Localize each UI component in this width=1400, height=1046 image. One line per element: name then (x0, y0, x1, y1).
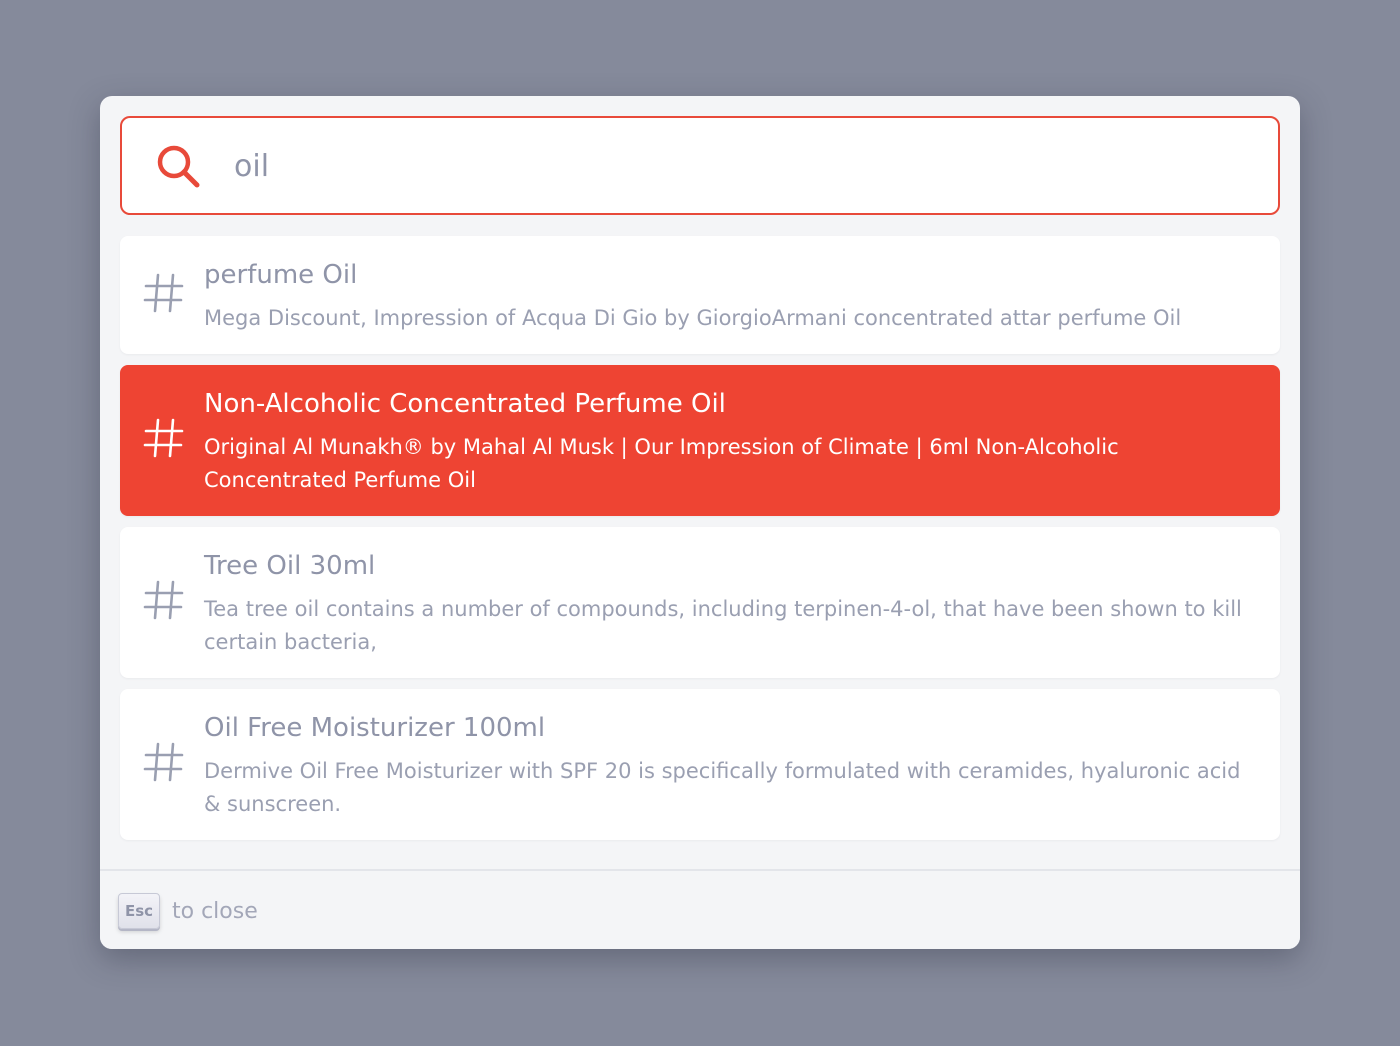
search-modal: perfume Oil Mega Discount, Impression of… (100, 96, 1300, 949)
close-hint: to close (172, 899, 258, 924)
result-title: perfume Oil (204, 260, 358, 290)
result-description: Dermive Oil Free Moisturizer with SPF 20… (204, 759, 1241, 816)
result-item[interactable]: Oil Free Moisturizer 100ml Dermive Oil F… (120, 689, 1280, 840)
hash-icon (143, 273, 184, 313)
result-description: Mega Discount, Impression of Acqua Di Gi… (204, 306, 1182, 330)
modal-footer: Esc to close (100, 869, 1300, 949)
result-item[interactable]: Tree Oil 30ml Tea tree oil contains a nu… (120, 527, 1280, 678)
search-box[interactable] (120, 116, 1280, 215)
hash-icon (143, 742, 184, 782)
result-description: Tea tree oil contains a number of compou… (204, 597, 1242, 654)
result-title: Non-Alcoholic Concentrated Perfume Oil (204, 389, 726, 419)
result-item-selected[interactable]: Non-Alcoholic Concentrated Perfume Oil O… (120, 365, 1280, 516)
hash-icon (143, 418, 184, 458)
search-icon (157, 145, 200, 188)
result-description: Original Al Munakh® by Mahal Al Musk | O… (204, 435, 1119, 492)
hash-icon (143, 580, 184, 620)
esc-key[interactable]: Esc (118, 893, 160, 929)
result-item[interactable]: perfume Oil Mega Discount, Impression of… (120, 236, 1280, 354)
result-title: Tree Oil 30ml (204, 551, 376, 581)
search-input[interactable] (234, 142, 1234, 190)
result-title: Oil Free Moisturizer 100ml (204, 713, 546, 743)
